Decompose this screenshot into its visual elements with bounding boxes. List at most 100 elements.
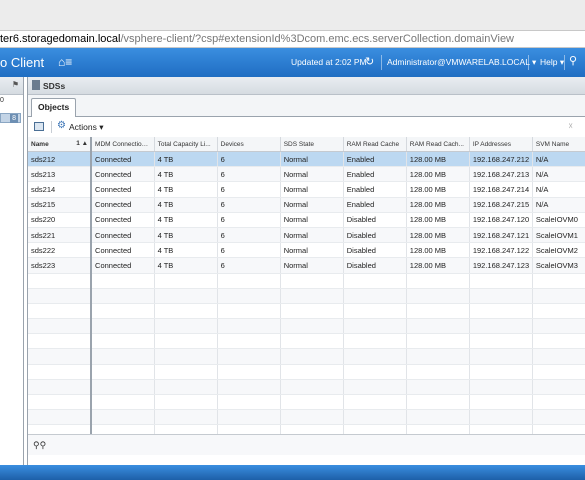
empty-cell	[91, 394, 155, 411]
tab-bar: Objects	[28, 95, 585, 117]
empty-cell	[217, 409, 281, 426]
table-row[interactable]: sds213 Connected 4 TB 6 Normal Enabled 128.00 …	[28, 166, 585, 183]
empty-cell	[280, 318, 344, 335]
table-row[interactable]: sds214 Connected 4 TB 6 Normal Enabled 128.00 …	[28, 181, 585, 198]
add-object-icon[interactable]	[34, 122, 44, 131]
table-cell: Disabled	[343, 257, 407, 274]
table-cell: N/A	[532, 181, 585, 198]
empty-cell	[343, 364, 407, 380]
table-cell: Normal	[280, 212, 344, 228]
table-row[interactable]: sds222 Connected 4 TB 6 Normal Disabled 128.00…	[28, 242, 585, 259]
table-row[interactable]: sds221 Connected 4 TB 6 Normal Disabled 128.00…	[28, 227, 585, 244]
table-cell: 128.00 MB	[406, 181, 470, 198]
column-header[interactable]: RAM Read Cach...	[406, 137, 470, 152]
empty-cell	[217, 273, 281, 289]
empty-cell	[217, 394, 281, 411]
empty-cell	[217, 318, 281, 335]
table-cell: 192.168.247.122	[469, 242, 533, 259]
table-cell: 192.168.247.213	[469, 166, 533, 183]
actions-menu[interactable]: Actions ▾	[69, 122, 104, 133]
empty-cell	[343, 409, 407, 426]
empty-cell	[343, 333, 407, 350]
empty-cell	[280, 288, 344, 304]
url-host: ter6.storagedomain.local	[0, 33, 121, 45]
table-cell: 192.168.247.123	[469, 257, 533, 274]
column-header[interactable]: IP Addresses	[469, 137, 533, 152]
empty-cell	[154, 288, 218, 304]
navigator-item-selected[interactable]: 8	[0, 113, 21, 123]
table-cell: 192.168.247.212	[469, 151, 533, 168]
table-cell: Normal	[280, 242, 344, 259]
column-header-label: RAM Read Cach...	[409, 140, 464, 148]
home-menu-icon[interactable]: ⌂≡	[58, 55, 72, 69]
table-row[interactable]: sds215 Connected 4 TB 6 Normal Enabled 128.00 …	[28, 197, 585, 213]
empty-row	[28, 394, 585, 411]
app-header: o Client ⌂≡ Updated at 2:02 PM ↻ Adminis…	[0, 48, 585, 77]
table-cell: sds212	[28, 151, 93, 168]
table-cell: ScaleIOVM3	[532, 257, 585, 274]
column-header[interactable]: MDM Connection...	[91, 137, 155, 152]
binoculars-icon[interactable]: ⚲⚲	[33, 440, 46, 451]
grid-body: sds212 Connected 4 TB 6 Normal Enabled 128.00 …	[28, 151, 585, 447]
panel-header: SDSs	[28, 77, 585, 95]
column-header[interactable]: RAM Read Cache	[343, 137, 407, 152]
empty-cell	[280, 394, 344, 411]
empty-cell	[469, 379, 533, 396]
empty-cell	[280, 348, 344, 365]
empty-cell	[28, 394, 93, 411]
table-cell: 6	[217, 166, 281, 183]
table-row[interactable]: sds223 Connected 4 TB 6 Normal Disabled 128.00…	[28, 257, 585, 274]
empty-row	[28, 379, 585, 396]
empty-cell	[469, 348, 533, 365]
table-row[interactable]: sds212 Connected 4 TB 6 Normal Enabled 128.00 …	[28, 151, 585, 168]
column-header[interactable]: Devices	[217, 137, 281, 152]
empty-cell	[91, 348, 155, 365]
empty-cell	[532, 364, 585, 380]
empty-cell	[217, 379, 281, 396]
empty-cell	[343, 288, 407, 304]
column-header[interactable]: Total Capacity Li...	[154, 137, 218, 152]
empty-cell	[532, 333, 585, 350]
search-icon[interactable]: ⚲	[569, 54, 577, 67]
table-cell: sds223	[28, 257, 93, 274]
table-cell: Connected	[91, 212, 155, 228]
column-header[interactable]: SDS State	[280, 137, 344, 152]
help-menu[interactable]: Help ▾	[540, 57, 564, 68]
table-cell: 4 TB	[154, 212, 218, 228]
empty-cell	[469, 318, 533, 335]
column-header[interactable]: SVM Name	[532, 137, 585, 152]
empty-cell	[532, 273, 585, 289]
empty-cell	[532, 379, 585, 396]
empty-cell	[469, 303, 533, 320]
empty-cell	[91, 288, 155, 304]
empty-cell	[28, 379, 93, 396]
empty-cell	[469, 394, 533, 411]
table-cell: ScaleIOVM0	[532, 212, 585, 228]
tab-objects[interactable]: Objects	[31, 98, 77, 117]
table-cell: sds213	[28, 166, 93, 183]
navigator-item[interactable]: 0	[0, 97, 22, 107]
address-bar[interactable]: ter6.storagedomain.local/vsphere-client/…	[0, 30, 585, 48]
column-header-label: SVM Name	[535, 140, 570, 148]
empty-cell	[154, 333, 218, 350]
refresh-icon[interactable]: ↻	[365, 55, 374, 68]
table-cell: N/A	[532, 197, 585, 213]
column-header[interactable]: Name 1 ▲	[28, 137, 93, 152]
table-row[interactable]: sds220 Connected 4 TB 6 Normal Disabled 128.00…	[28, 212, 585, 228]
empty-row	[28, 409, 585, 426]
empty-cell	[28, 303, 93, 320]
gear-icon[interactable]: ⚙	[57, 120, 66, 131]
table-cell: Disabled	[343, 242, 407, 259]
table-cell: Normal	[280, 166, 344, 183]
table-cell: 192.168.247.121	[469, 227, 533, 244]
filter-clear-icon[interactable]: ☓	[568, 121, 573, 132]
user-menu[interactable]: Administrator@VMWARELAB.LOCAL ▾	[387, 57, 536, 68]
empty-cell	[154, 348, 218, 365]
empty-row	[28, 303, 585, 320]
empty-cell	[91, 409, 155, 426]
table-cell: 128.00 MB	[406, 212, 470, 228]
table-cell: 128.00 MB	[406, 151, 470, 168]
pin-icon[interactable]: ⚑	[12, 80, 19, 89]
table-cell: sds222	[28, 242, 93, 259]
empty-cell	[406, 348, 470, 365]
